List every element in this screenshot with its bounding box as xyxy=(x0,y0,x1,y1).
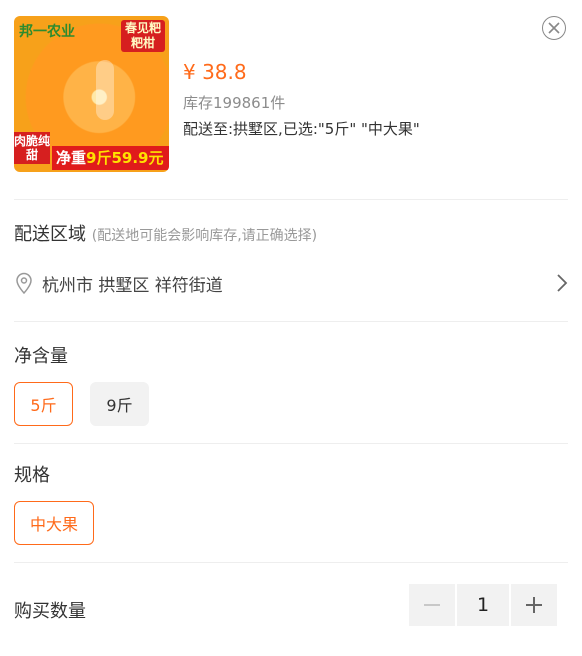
image-tag-bottom: 净重9斤59.9元 xyxy=(52,146,169,170)
quantity-input[interactable]: 1 xyxy=(457,584,509,626)
brand-logo: 邦一农业 xyxy=(19,24,75,40)
divider xyxy=(14,443,568,444)
decrease-button[interactable] xyxy=(409,584,455,626)
net-content-title: 净含量 xyxy=(14,346,68,367)
price: ¥ 38.8 xyxy=(183,60,247,84)
delivery-section-title: 配送区域 (配送地可能会影响库存,请正确选择) xyxy=(14,224,318,245)
image-tag-top: 春见粑粑柑 xyxy=(121,20,165,52)
divider xyxy=(14,562,568,563)
product-image: 邦一农业 春见粑粑柑 肉脆纯甜 净重9斤59.9元 xyxy=(14,16,169,172)
plus-icon xyxy=(526,597,542,613)
option-9jin[interactable]: 9斤 xyxy=(90,382,149,426)
divider xyxy=(14,199,568,200)
image-tag-left: 肉脆纯甜 xyxy=(14,132,51,164)
close-icon xyxy=(548,22,560,34)
chevron-right-icon xyxy=(557,274,568,292)
close-button[interactable] xyxy=(542,16,566,40)
selected-summary: 配送至:拱墅区,已选:"5斤" "中大果" xyxy=(183,120,420,138)
minus-icon xyxy=(424,604,440,606)
increase-button[interactable] xyxy=(511,584,557,626)
stock-count: 库存199861件 xyxy=(183,94,286,112)
option-zhongdaguo[interactable]: 中大果 xyxy=(14,501,94,545)
sku-selector-sheet: 邦一农业 春见粑粑柑 肉脆纯甜 净重9斤59.9元 ¥ 38.8 库存19986… xyxy=(0,0,582,656)
quantity-label: 购买数量 xyxy=(14,601,86,622)
location-pin-icon xyxy=(16,272,32,294)
divider xyxy=(14,321,568,322)
option-5jin[interactable]: 5斤 xyxy=(14,382,73,426)
spec-title: 规格 xyxy=(14,465,50,486)
quantity-stepper: 1 xyxy=(409,584,557,626)
delivery-hint: (配送地可能会影响库存,请正确选择) xyxy=(91,228,318,244)
address-selector[interactable]: 杭州市 拱墅区 祥符街道 xyxy=(14,268,568,298)
address-text: 杭州市 拱墅区 祥符街道 xyxy=(42,275,223,296)
